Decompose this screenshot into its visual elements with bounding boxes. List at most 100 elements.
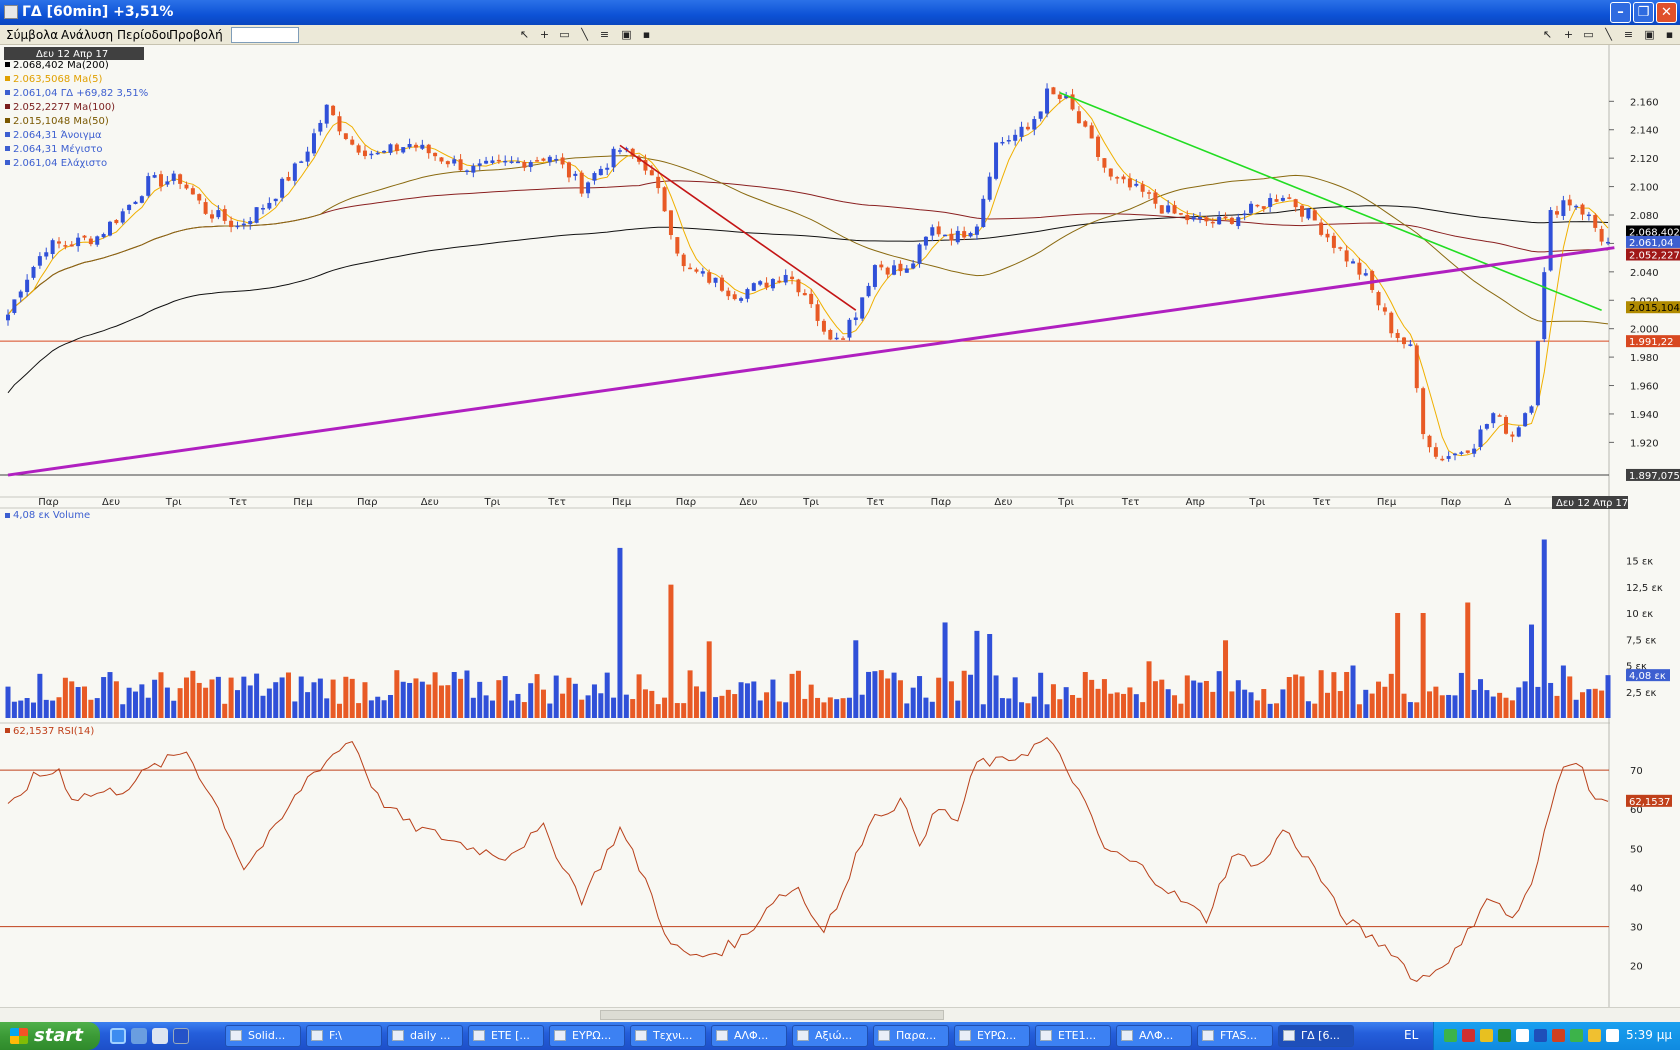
menu-symbols[interactable]: Σύμβολα xyxy=(6,28,58,42)
candle-body xyxy=(343,133,348,139)
display-icon[interactable] xyxy=(1534,1029,1547,1042)
volume-bar xyxy=(1503,697,1509,718)
candle-body xyxy=(1497,415,1502,417)
hatch-icon[interactable]: ≡ xyxy=(1621,28,1636,42)
taskbar-button[interactable]: F:\ xyxy=(306,1025,382,1047)
taskbar-button[interactable]: Παρα... xyxy=(873,1025,949,1047)
candle-body xyxy=(987,176,992,200)
crosshair-icon[interactable]: + xyxy=(1561,28,1576,42)
taskbar-button[interactable]: daily ... xyxy=(387,1025,463,1047)
candle-body xyxy=(1051,87,1056,95)
cursor-icon[interactable]: ↖ xyxy=(517,28,532,42)
connection-icon[interactable] xyxy=(1570,1029,1583,1042)
candle-body xyxy=(490,160,495,163)
candle xyxy=(1548,207,1553,272)
volume-bar xyxy=(604,672,610,718)
line-icon[interactable]: ╲ xyxy=(1601,28,1616,42)
speaker-icon[interactable] xyxy=(1606,1029,1619,1042)
taskbar-button[interactable]: ΕΥΡΩ... xyxy=(954,1025,1030,1047)
volume-bar xyxy=(94,698,100,718)
taskbar-button[interactable]: Αξιώ... xyxy=(792,1025,868,1047)
chart-icon[interactable]: ▣ xyxy=(1642,28,1657,42)
close-button[interactable]: ✕ xyxy=(1656,2,1677,23)
volume-icon[interactable] xyxy=(1516,1029,1529,1042)
x-tick-label: Τετ xyxy=(1312,497,1331,508)
media-icon[interactable] xyxy=(173,1028,189,1044)
volume-bar xyxy=(349,678,355,718)
menu-view[interactable]: Προβολή xyxy=(169,28,223,42)
taskbar-button[interactable]: ΕΤΕ1... xyxy=(1035,1025,1111,1047)
volume-bar xyxy=(1191,680,1197,718)
volume-bar xyxy=(1325,692,1331,718)
rectangle-icon[interactable]: ▭ xyxy=(1581,28,1596,42)
restore-button[interactable]: ❐ xyxy=(1633,2,1654,23)
cursor-icon[interactable]: ↖ xyxy=(1540,28,1555,42)
security-icon[interactable] xyxy=(1552,1029,1565,1042)
taskbar-button[interactable]: ΑΛΦ... xyxy=(1116,1025,1192,1047)
candle-body xyxy=(1198,217,1203,219)
chart-area[interactable]: 2.1602.1402.1202.1002.0802.0602.0402.020… xyxy=(0,45,1680,1007)
symbol-input[interactable] xyxy=(231,27,299,43)
volume-bar xyxy=(1203,680,1209,718)
scrollbar-thumb[interactable] xyxy=(600,1010,944,1020)
candle-body xyxy=(688,267,693,270)
volume-bar xyxy=(1350,665,1356,718)
volume-bar xyxy=(789,673,795,718)
chart-icon[interactable]: ▣ xyxy=(619,28,634,42)
volume-bar xyxy=(330,679,336,718)
volume-bar xyxy=(356,703,362,718)
taskbar-button-label: daily ... xyxy=(410,1029,451,1042)
volume-bar xyxy=(993,675,999,718)
legend-swatch xyxy=(5,62,10,67)
rectangle-icon[interactable]: ▭ xyxy=(557,28,572,42)
horizontal-scrollbar[interactable] xyxy=(0,1007,1680,1022)
battery-icon[interactable] xyxy=(1588,1029,1601,1042)
taskbar-button-label: Solid... xyxy=(248,1029,286,1042)
crosshair-icon[interactable]: + xyxy=(537,28,552,42)
save-icon[interactable]: ▪ xyxy=(639,28,654,42)
taskbar-button[interactable]: ΕΥΡΩ... xyxy=(549,1025,625,1047)
update-icon[interactable] xyxy=(1498,1029,1511,1042)
hatch-icon[interactable]: ≡ xyxy=(597,28,612,42)
taskbar-button[interactable]: ΑΛΦ... xyxy=(711,1025,787,1047)
volume-bar xyxy=(706,641,712,718)
volume-bar xyxy=(1401,693,1407,718)
minimize-button[interactable]: – xyxy=(1610,2,1631,23)
candle-body xyxy=(802,293,807,296)
taskbar-button[interactable]: Τεχνι... xyxy=(630,1025,706,1047)
rsi-tick-label: 50 xyxy=(1630,844,1643,855)
network-icon[interactable] xyxy=(1444,1029,1457,1042)
volume-bar xyxy=(1573,699,1579,718)
candle-body xyxy=(356,145,361,153)
candle-body xyxy=(649,170,654,176)
candle-body xyxy=(280,178,285,198)
antivirus-icon[interactable] xyxy=(1462,1029,1475,1042)
volume-bar xyxy=(1031,696,1037,718)
volume-bar xyxy=(394,670,400,718)
shield-icon[interactable] xyxy=(1480,1029,1493,1042)
desktop-icon[interactable] xyxy=(152,1028,168,1044)
taskbar-button[interactable]: ΕΤΕ [... xyxy=(468,1025,544,1047)
price-label: 1.897,075 xyxy=(1629,471,1680,482)
candle-body xyxy=(439,157,444,162)
taskbar-button[interactable]: FTAS... xyxy=(1197,1025,1273,1047)
candle-body xyxy=(1287,197,1292,199)
candle-body xyxy=(286,177,291,181)
line-icon[interactable]: ╲ xyxy=(577,28,592,42)
menu-analysis[interactable]: Ανάλυση xyxy=(61,28,113,42)
explorer-icon[interactable] xyxy=(131,1028,147,1044)
taskbar-button[interactable]: ΓΔ [6... xyxy=(1278,1025,1354,1047)
ie-icon[interactable] xyxy=(110,1028,126,1044)
taskbar-button[interactable]: Solid... xyxy=(225,1025,301,1047)
volume-bar xyxy=(942,622,948,718)
start-button[interactable]: start xyxy=(0,1022,100,1050)
volume-bar xyxy=(1497,692,1503,718)
menu-periods[interactable]: Περίοδοι xyxy=(117,28,170,42)
save-icon[interactable]: ▪ xyxy=(1662,28,1677,42)
candle-body xyxy=(1344,250,1349,262)
y-tick-label: 2.120 xyxy=(1630,154,1659,165)
language-indicator[interactable]: EL xyxy=(1404,1028,1418,1042)
window-icon xyxy=(797,1030,809,1041)
volume-bar xyxy=(1152,681,1158,718)
volume-bar xyxy=(266,688,272,718)
